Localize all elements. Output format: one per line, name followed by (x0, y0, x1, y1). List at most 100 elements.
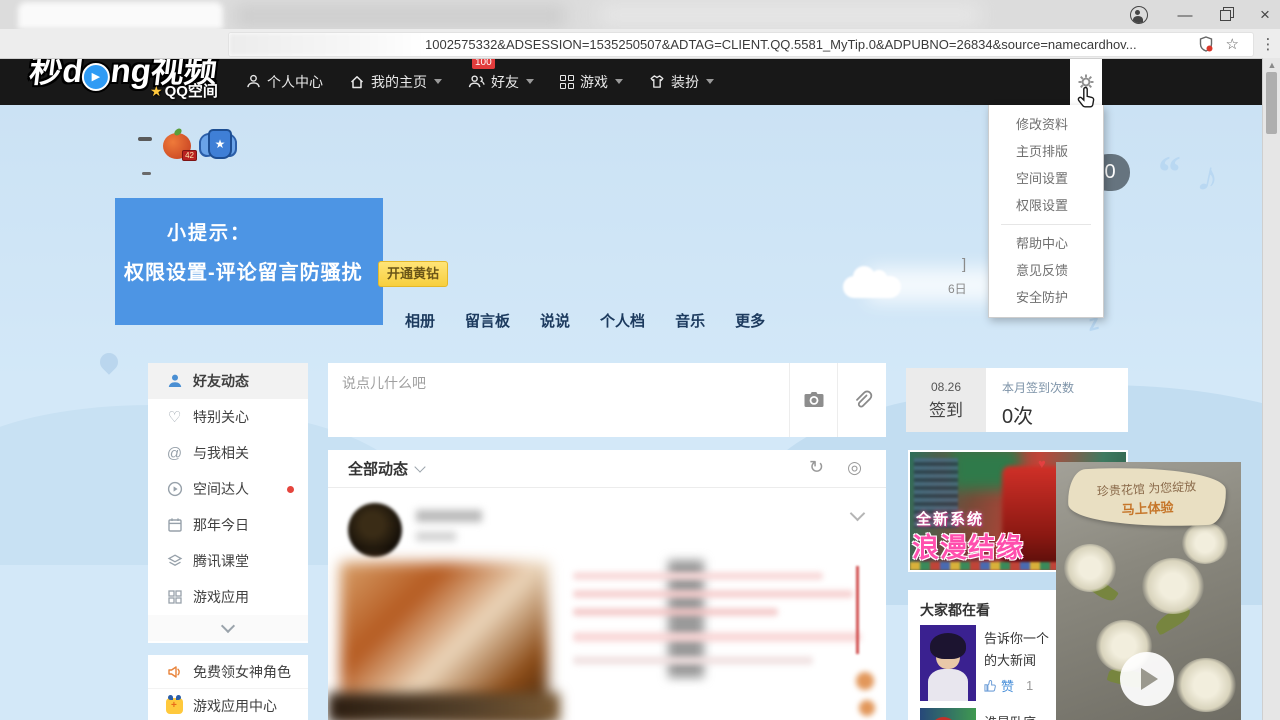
restore-button[interactable] (1208, 3, 1242, 27)
signin-widget[interactable]: 08.26 签到 本月签到次数 0次 (906, 368, 1128, 432)
blurred-red-line (856, 566, 859, 654)
blurred-text-line (573, 608, 778, 616)
sidebar-item-zone-master[interactable]: 空间达人 (148, 471, 308, 507)
trending-thumbnail[interactable] (920, 708, 976, 720)
sidebar-item-label: 与我相关 (193, 443, 249, 463)
feed-header: 全部动态 ↻ ◎ (328, 450, 886, 488)
sidebar-item-label: 空间达人 (193, 479, 249, 499)
menu-divider (1001, 224, 1091, 225)
shirt-icon (649, 74, 665, 89)
sidebar-item-game-apps[interactable]: 游戏应用 (148, 579, 308, 615)
menu-item-homepage-layout[interactable]: 主页排版 (989, 138, 1103, 165)
settings-dropdown-menu: 修改资料 主页排版 空间设置 权限设置 帮助中心 意见反馈 安全防护 (988, 105, 1104, 318)
attach-link-button[interactable] (837, 363, 886, 437)
bracket-text: ] (962, 256, 966, 273)
tab-albums[interactable]: 相册 (405, 310, 435, 331)
nav-my-homepage[interactable]: 我的主页 (349, 72, 442, 92)
address-bar[interactable]: 1002575332&ADSESSION=1535250507&ADTAG=CL… (228, 32, 1254, 57)
menu-item-security[interactable]: 安全防护 (989, 284, 1103, 311)
menu-item-help-center[interactable]: 帮助中心 (989, 230, 1103, 257)
sidebar-item-related-to-me[interactable]: @ 与我相关 (148, 435, 308, 471)
red-dot-badge (287, 486, 294, 493)
shield-icon[interactable] (1199, 36, 1213, 57)
sidebar-expand-button[interactable] (148, 615, 308, 641)
trending-item-text[interactable]: 谁是卧底.. (984, 712, 1043, 720)
paperclip-icon (851, 389, 873, 411)
mouse-hand-cursor (1076, 86, 1100, 117)
tip-body: 权限设置-评论留言防骚扰 (124, 256, 363, 285)
music-note-doodle: ♪ (1193, 151, 1224, 202)
feed-filter[interactable]: 全部动态 (348, 458, 408, 479)
home-icon (349, 74, 365, 90)
sidebar-item-label: 特别关心 (193, 407, 249, 427)
video-tip-overlay: 小提示： 权限设置-评论留言防骚扰 (115, 198, 383, 325)
browser-menu-icon[interactable]: ⋮ (1258, 32, 1278, 56)
close-button[interactable]: × (1248, 3, 1280, 27)
browser-tab-blur (18, 2, 223, 29)
nav-friends[interactable]: 100 好友 (468, 72, 534, 92)
post-menu-chevron-icon[interactable] (850, 506, 866, 522)
chevron-down-icon (615, 79, 623, 84)
sidebar-item-label: 免费领女神角色 (193, 662, 291, 682)
add-photo-button[interactable] (789, 363, 838, 437)
sidebar-item-special-care[interactable]: ♡ 特别关心 (148, 399, 308, 435)
blurred-name-dash (138, 137, 152, 141)
tab-shuoshuo[interactable]: 说说 (540, 310, 570, 331)
blurred-text-line (573, 590, 853, 598)
sidebar-item-that-year-today[interactable]: 那年今日 (148, 507, 308, 543)
video-ad-overlay[interactable]: 珍贵花馆 为您绽放 马上体验 (1056, 462, 1241, 720)
chevron-down-icon (526, 79, 534, 84)
scrollbar-up-arrow[interactable]: ▲ (1263, 60, 1280, 70)
horn-icon (166, 663, 183, 680)
browser-profile-button[interactable] (1122, 3, 1156, 27)
tab-music[interactable]: 音乐 (675, 310, 705, 331)
browser-tab-blur (600, 4, 980, 26)
sidebar-item-label: 腾讯课堂 (193, 551, 249, 571)
nav-decorate[interactable]: 装扮 (649, 72, 714, 92)
tab-message-board[interactable]: 留言板 (465, 310, 510, 331)
restore-icon (1220, 10, 1231, 21)
sidebar-item-label: 好友动态 (193, 371, 249, 391)
quote-doodle: “ (1158, 145, 1181, 198)
minimize-button[interactable]: — (1168, 3, 1202, 27)
menu-item-feedback[interactable]: 意见反馈 (989, 257, 1103, 284)
open-yellow-diamond-button[interactable]: 开通黄钻 (378, 261, 448, 287)
nav-personal-center[interactable]: 个人中心 (246, 72, 323, 92)
play-button[interactable] (1120, 652, 1174, 706)
refresh-icon[interactable]: ↻ (809, 457, 824, 478)
signin-date: 08.26 (906, 380, 986, 394)
menu-item-space-settings[interactable]: 空间设置 (989, 165, 1103, 192)
scrollbar-thumb[interactable] (1266, 72, 1277, 134)
browser-tab-blur (235, 5, 565, 27)
scrollbar[interactable]: ▲ (1262, 58, 1280, 720)
feed-settings-icon[interactable]: ◎ (847, 458, 862, 478)
sidebar-item-friend-feeds[interactable]: 好友动态 (148, 363, 308, 399)
bookmark-star-icon[interactable]: ☆ (1226, 35, 1239, 53)
tab-more[interactable]: 更多 (735, 310, 765, 331)
like-button[interactable]: 赞 1 (984, 676, 1033, 695)
play-icon: ▶ (82, 63, 110, 91)
sidebar-item-free-goddess-role[interactable]: 免费领女神角色 (148, 655, 308, 689)
blurred-username (416, 510, 482, 522)
trending-thumbnail[interactable] (920, 625, 976, 701)
browser-url-row: 1002575332&ADSESSION=1535250507&ADTAG=CL… (0, 29, 1280, 59)
trending-item-text[interactable]: 的大新闻 (984, 650, 1036, 669)
blurred-orange-dot (856, 672, 874, 690)
menu-item-permission-settings[interactable]: 权限设置 (989, 192, 1103, 219)
calendar-icon (166, 517, 183, 534)
signin-button[interactable]: 08.26 签到 (906, 368, 986, 432)
grid-icon (166, 589, 183, 606)
sidebar-extra-panel: 免费领女神角色 + 游戏应用中心 (148, 655, 308, 720)
like-label: 赞 (1001, 676, 1014, 695)
sidebar-item-tencent-classroom[interactable]: 腾讯课堂 (148, 543, 308, 579)
tab-profile[interactable]: 个人档 (600, 310, 645, 331)
person-icon (246, 74, 261, 89)
qzone-page: “ ♪ Z z 42 ★ 小提示： 权限设置-评论留言防骚扰 开通黄钻 ] 6日… (0, 0, 1280, 720)
sidebar-item-game-app-center[interactable]: + 游戏应用中心 (148, 689, 308, 720)
sidebar-item-label: 那年今日 (193, 515, 249, 535)
ad-leaf-label: 珍贵花馆 为您绽放 马上体验 (1066, 462, 1227, 532)
trending-item-text[interactable]: 告诉你一个 (984, 628, 1049, 647)
trending-title: 大家都在看 (920, 600, 990, 620)
nav-games[interactable]: 游戏 (560, 72, 623, 92)
composer-input[interactable]: 说点儿什么吧 (342, 373, 426, 393)
